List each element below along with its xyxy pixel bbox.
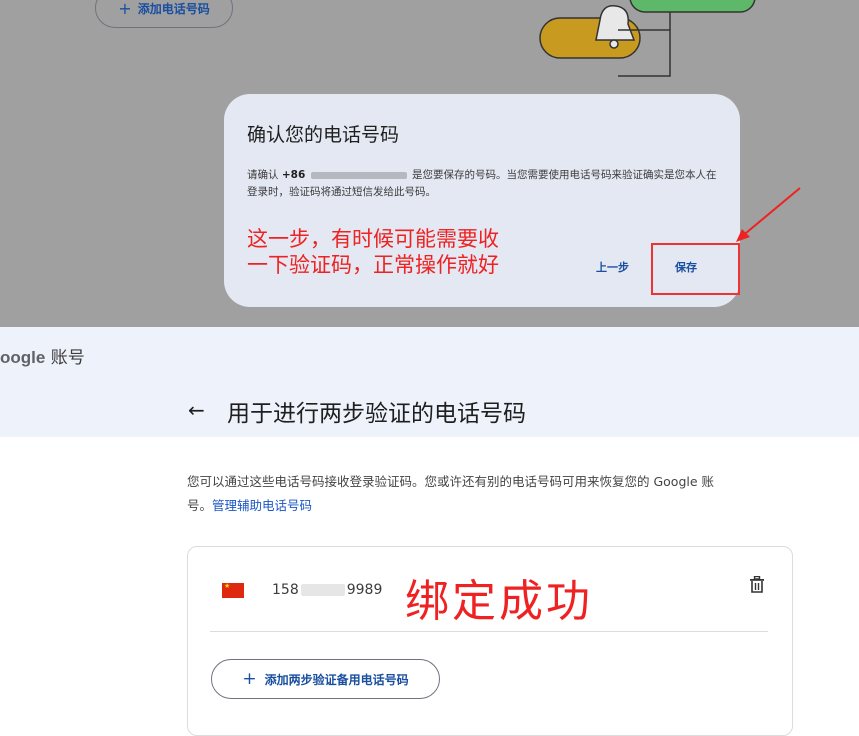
- masked-number: [310, 171, 407, 179]
- annotation-arrow: [736, 187, 801, 242]
- back-button[interactable]: 上一步: [596, 259, 629, 275]
- bell-illustration: [539, 0, 756, 77]
- phone-mask: [300, 584, 345, 596]
- page-title: 用于进行两步验证的电话号码: [227, 401, 526, 427]
- add-phone-button[interactable]: + 添加电话号码: [95, 0, 233, 28]
- manage-backup-phones-link[interactable]: 管理辅助电话号码: [212, 498, 312, 513]
- save-button[interactable]: 保存: [675, 259, 697, 275]
- annotation-note: 这一步，有时候可能需要收 一下验证码，正常操作就好: [247, 227, 499, 277]
- add-backup-phone-button[interactable]: + 添加两步验证备用电话号码: [211, 659, 440, 699]
- trash-icon[interactable]: [749, 576, 765, 594]
- brand-suffix: 账号: [50, 348, 85, 368]
- google-account-brand: oogle 账号: [0, 343, 85, 368]
- annotation-success: 绑定成功: [405, 576, 593, 627]
- dialog-title: 确认您的电话号码: [247, 124, 400, 146]
- dialog-body-prefix: 请确认: [247, 169, 279, 181]
- arrow-left-icon[interactable]: ←: [188, 398, 205, 422]
- card-divider: [210, 631, 768, 632]
- add-phone-label: 添加电话号码: [137, 1, 210, 16]
- phone-prefix: 158: [272, 582, 299, 598]
- china-flag-icon: ★: [222, 583, 244, 598]
- phone-suffix: 9989: [346, 582, 383, 598]
- brand-logo-text: oogle: [0, 348, 46, 367]
- country-code: +86: [281, 169, 306, 181]
- plus-icon: +: [242, 669, 257, 689]
- dialog-body: 请确认 +86 是您要保存的号码。当您需要使用电话号码来验证确实是您本人在登录时…: [247, 167, 719, 201]
- plus-icon: +: [118, 0, 132, 18]
- add-backup-label: 添加两步验证备用电话号码: [264, 672, 409, 687]
- phone-number: 158 9989: [272, 582, 382, 598]
- intro-paragraph: 您可以通过这些电话号码接收登录验证码。您或许还有别的电话号码可用来恢复您的 Go…: [187, 470, 727, 518]
